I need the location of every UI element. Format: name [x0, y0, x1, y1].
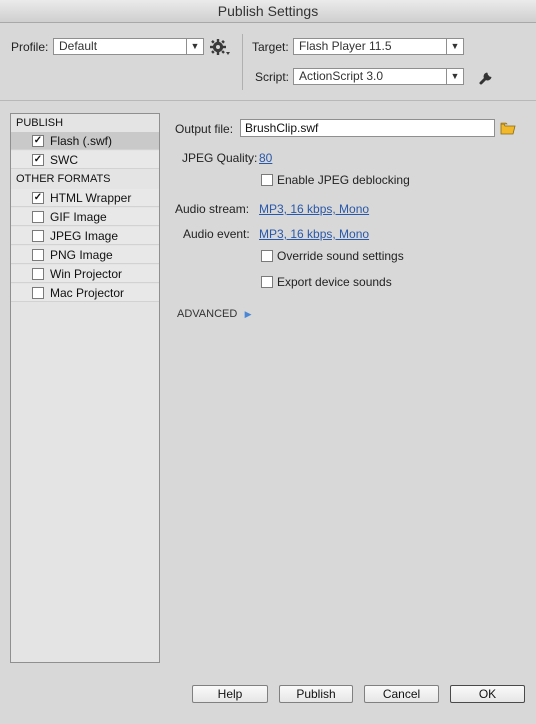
chevron-right-icon: ▶ — [244, 309, 252, 319]
header-separator — [0, 100, 536, 101]
profile-label: Profile: — [11, 40, 49, 54]
audio-event-label: Audio event: — [183, 227, 250, 241]
chevron-down-icon: ▼ — [186, 39, 203, 54]
audio-stream-value[interactable]: MP3, 16 kbps, Mono — [259, 202, 369, 216]
sidebar-item-png-image[interactable]: PNG Image — [11, 246, 159, 264]
sidebar-item-win-projector[interactable]: Win Projector — [11, 265, 159, 283]
window-title: Publish Settings — [0, 0, 536, 23]
png-image-checkbox[interactable] — [32, 249, 44, 261]
export-device-checkbox[interactable] — [261, 276, 273, 288]
sidebar-item-label: HTML Wrapper — [50, 191, 132, 205]
target-label: Target: — [252, 40, 289, 54]
flash-checkbox[interactable]: ✓ — [32, 135, 44, 147]
publish-button[interactable]: Publish — [279, 685, 353, 703]
sidebar-item-label: GIF Image — [50, 210, 107, 224]
swc-checkbox[interactable]: ✓ — [32, 154, 44, 166]
cancel-button[interactable]: Cancel — [364, 685, 439, 703]
sidebar-item-flash[interactable]: ✓ Flash (.swf) — [11, 132, 159, 150]
sidebar-item-label: Flash (.swf) — [50, 134, 113, 148]
header-divider — [242, 34, 243, 90]
other-formats-header: OTHER FORMATS — [11, 170, 159, 188]
format-sidebar: PUBLISH ✓ Flash (.swf) ✓ SWC OTHER FORMA… — [10, 113, 160, 663]
advanced-label: ADVANCED — [177, 308, 238, 320]
override-sound-checkbox[interactable] — [261, 250, 273, 262]
help-button[interactable]: Help — [192, 685, 268, 703]
gear-icon[interactable] — [210, 38, 230, 56]
gif-image-checkbox[interactable] — [32, 211, 44, 223]
target-dropdown[interactable]: Flash Player 11.5 ▼ — [293, 38, 464, 55]
chevron-down-icon: ▼ — [446, 39, 463, 54]
profile-value: Default — [59, 39, 98, 53]
sidebar-item-html-wrapper[interactable]: ✓ HTML Wrapper — [11, 189, 159, 207]
sidebar-item-label: JPEG Image — [50, 229, 119, 243]
jpeg-deblocking-checkbox[interactable] — [261, 174, 273, 186]
publish-section-header: PUBLISH — [11, 114, 159, 132]
jpeg-image-checkbox[interactable] — [32, 230, 44, 242]
sidebar-item-jpeg-image[interactable]: JPEG Image — [11, 227, 159, 245]
jpeg-quality-value[interactable]: 80 — [259, 151, 272, 165]
html-wrapper-checkbox[interactable]: ✓ — [32, 192, 44, 204]
ok-button[interactable]: OK — [450, 685, 525, 703]
audio-stream-label: Audio stream: — [175, 202, 250, 216]
script-label: Script: — [255, 70, 290, 84]
win-projector-checkbox[interactable] — [32, 268, 44, 280]
jpeg-quality-label: JPEG Quality: — [182, 151, 258, 165]
chevron-down-icon: ▼ — [446, 69, 463, 84]
output-file-label: Output file: — [175, 122, 234, 136]
export-device-label: Export device sounds — [277, 275, 392, 289]
advanced-toggle[interactable]: ADVANCED ▶ — [177, 306, 252, 320]
sidebar-item-label: Win Projector — [50, 267, 123, 281]
sidebar-item-label: Mac Projector — [50, 286, 125, 300]
mac-projector-checkbox[interactable] — [32, 287, 44, 299]
script-value: ActionScript 3.0 — [299, 69, 384, 83]
output-file-input[interactable]: BrushClip.swf — [240, 119, 495, 137]
script-dropdown[interactable]: ActionScript 3.0 ▼ — [293, 68, 464, 85]
audio-event-value[interactable]: MP3, 16 kbps, Mono — [259, 227, 369, 241]
folder-icon[interactable] — [500, 120, 516, 136]
sidebar-item-mac-projector[interactable]: Mac Projector — [11, 284, 159, 302]
publish-settings-dialog: Publish Settings Profile: Default ▼ Targ… — [0, 0, 536, 724]
sidebar-item-swc[interactable]: ✓ SWC — [11, 151, 159, 169]
sidebar-item-label: SWC — [50, 153, 78, 167]
sidebar-item-gif-image[interactable]: GIF Image — [11, 208, 159, 226]
profile-dropdown[interactable]: Default ▼ — [53, 38, 204, 55]
sidebar-item-label: PNG Image — [50, 248, 113, 262]
jpeg-deblocking-label: Enable JPEG deblocking — [277, 173, 410, 187]
target-value: Flash Player 11.5 — [299, 39, 392, 53]
wrench-icon[interactable] — [478, 68, 496, 86]
override-sound-label: Override sound settings — [277, 249, 404, 263]
